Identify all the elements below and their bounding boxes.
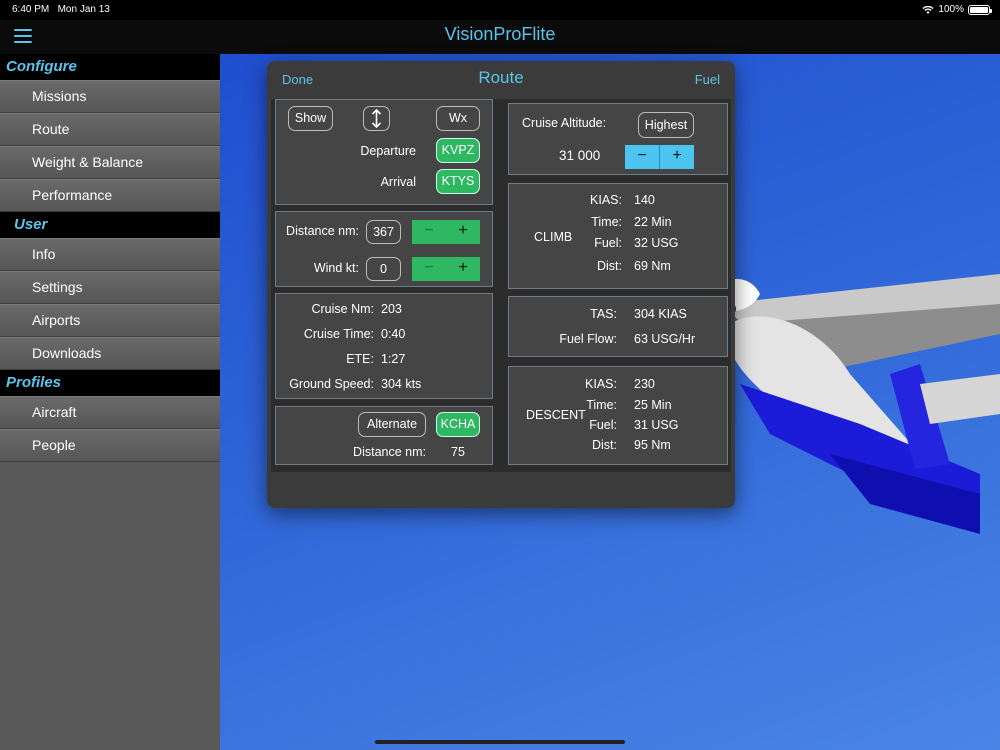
wind-minus-button[interactable]: −: [412, 257, 446, 281]
alternate-distance-value: 75: [451, 445, 465, 459]
route-panel-title: Route: [478, 68, 524, 87]
swap-vertical-icon[interactable]: [363, 106, 390, 131]
status-bar: 6:40 PM Mon Jan 13 100%: [0, 0, 1000, 20]
distance-label: Distance nm:: [286, 224, 359, 238]
cruise-nm-value: 203: [381, 302, 402, 316]
sidebar-item-missions[interactable]: Missions: [0, 80, 220, 113]
ground-speed-value: 304 kts: [381, 377, 422, 391]
alternate-box: Alternate KCHA Distance nm: 75: [275, 406, 493, 465]
wind-input[interactable]: 0: [366, 257, 401, 281]
show-button[interactable]: Show: [288, 106, 333, 131]
battery-percent: 100%: [938, 4, 964, 15]
cruise-time-value: 0:40: [381, 327, 406, 341]
battery-icon: [968, 4, 992, 15]
departure-airport-button[interactable]: KVPZ: [436, 138, 480, 163]
tas-value: 304 KIAS: [634, 307, 687, 321]
distance-plus-button[interactable]: +: [446, 220, 480, 244]
descent-dist-value: 95 Nm: [634, 438, 671, 452]
climb-fuel-label: Fuel:: [594, 236, 622, 250]
descent-title: DESCENT: [526, 408, 586, 422]
sidebar-section-profiles: Profiles: [0, 370, 220, 396]
altitude-minus-button[interactable]: −: [625, 145, 660, 169]
climb-title: CLIMB: [534, 230, 573, 244]
alternate-airport-button[interactable]: KCHA: [436, 412, 480, 437]
app-title: VisionProFlite: [444, 24, 556, 44]
altitude-plus-button[interactable]: +: [660, 145, 694, 169]
cruise-altitude-label: Cruise Altitude:: [522, 116, 607, 130]
cruise-nm-label: Cruise Nm:: [311, 302, 374, 316]
fuel-button[interactable]: Fuel: [695, 72, 720, 87]
sidebar-section-configure: Configure: [0, 54, 220, 80]
distance-input[interactable]: 367: [366, 220, 401, 244]
route-panel-header: Done Route Fuel: [267, 61, 735, 99]
descent-kias-label: KIAS:: [585, 377, 617, 391]
ground-speed-label: Ground Speed:: [289, 377, 374, 391]
fuel-flow-value: 63 USG/Hr: [634, 332, 696, 346]
cruise-stats-box: Cruise Nm: 203 Cruise Time: 0:40 ETE: 1:…: [275, 293, 493, 399]
tas-label: TAS:: [590, 307, 617, 321]
climb-fuel-value: 32 USG: [634, 236, 679, 250]
descent-fuel-label: Fuel:: [589, 418, 617, 432]
status-right: 100%: [922, 4, 992, 15]
home-indicator[interactable]: [375, 740, 625, 744]
wind-label: Wind kt:: [313, 261, 359, 275]
wx-button[interactable]: Wx: [436, 106, 480, 131]
sidebar-item-route[interactable]: Route: [0, 113, 220, 146]
distance-stepper[interactable]: − +: [412, 220, 480, 244]
climb-time-value: 22 Min: [634, 215, 672, 229]
climb-kias-value: 140: [634, 193, 655, 207]
climb-dist-value: 69 Nm: [634, 259, 671, 273]
ete-label: ETE:: [346, 352, 374, 366]
sidebar-item-info[interactable]: Info: [0, 238, 220, 271]
cruise-altitude-box: Cruise Altitude: Highest 31 000 − +: [508, 103, 728, 175]
route-panel-body: Show Wx Departure KVPZ Arrival KTYS Dist…: [271, 99, 731, 472]
ete-value: 1:27: [381, 352, 406, 366]
descent-fuel-value: 31 USG: [634, 418, 679, 432]
sidebar-item-aircraft[interactable]: Aircraft: [0, 396, 220, 429]
altitude-mode-button[interactable]: Highest: [638, 112, 694, 138]
sidebar-item-settings[interactable]: Settings: [0, 271, 220, 304]
fuel-flow-label: Fuel Flow:: [559, 332, 617, 346]
sidebar-section-user: User: [0, 212, 220, 238]
altitude-stepper[interactable]: − +: [625, 145, 694, 169]
wind-plus-button[interactable]: +: [446, 257, 480, 281]
status-time: 6:40 PM Mon Jan 13: [12, 4, 110, 15]
descent-dist-label: Dist:: [592, 438, 617, 452]
climb-time-label: Time:: [591, 215, 622, 229]
alternate-distance-label: Distance nm:: [353, 445, 426, 459]
sidebar-item-performance[interactable]: Performance: [0, 179, 220, 212]
sidebar-item-downloads[interactable]: Downloads: [0, 337, 220, 370]
climb-dist-label: Dist:: [597, 259, 622, 273]
arrival-airport-button[interactable]: KTYS: [436, 169, 480, 194]
descent-box: DESCENT KIAS: 230 Time: 25 Min Fuel: 31 …: [508, 366, 728, 465]
climb-box: CLIMB KIAS: 140 Time: 22 Min Fuel: 32 US…: [508, 183, 728, 289]
arrival-label: Arrival: [380, 175, 416, 189]
nav-bar: VisionProFlite: [0, 20, 1000, 54]
sidebar-item-weight-balance[interactable]: Weight & Balance: [0, 146, 220, 179]
descent-time-label: Time:: [586, 398, 617, 412]
cruise-altitude-value: 31 000: [559, 148, 601, 163]
wifi-icon: [922, 5, 934, 14]
sidebar-item-airports[interactable]: Airports: [0, 304, 220, 337]
descent-kias-value: 230: [634, 377, 655, 391]
route-panel: Done Route Fuel Show Wx Departure KVPZ A…: [267, 61, 735, 508]
climb-kias-label: KIAS:: [590, 193, 622, 207]
route-box: Show Wx Departure KVPZ Arrival KTYS: [275, 99, 493, 205]
departure-label: Departure: [360, 144, 416, 158]
sidebar-item-people[interactable]: People: [0, 429, 220, 462]
cruise-box: TAS: 304 KIAS Fuel Flow: 63 USG/Hr: [508, 296, 728, 357]
wind-stepper[interactable]: − +: [412, 257, 480, 281]
distance-minus-button[interactable]: −: [412, 220, 446, 244]
alternate-button[interactable]: Alternate: [358, 412, 426, 437]
distance-wind-box: Distance nm: 367 − + Wind kt: 0 − +: [275, 211, 493, 287]
descent-time-value: 25 Min: [634, 398, 672, 412]
cruise-time-label: Cruise Time:: [303, 327, 374, 341]
sidebar: Configure Missions Route Weight & Balanc…: [0, 54, 220, 750]
